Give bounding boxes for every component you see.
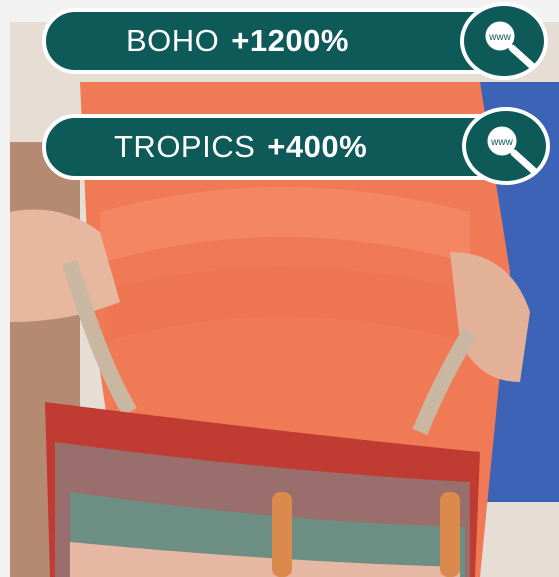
- web-search-icon: www: [462, 107, 550, 185]
- trend-pill-boho: BOHO +1200%: [42, 8, 518, 74]
- trend-label: TROPICS: [114, 129, 256, 164]
- trend-label: BOHO: [126, 23, 220, 58]
- web-search-icon: www: [460, 2, 548, 80]
- www-text: www: [488, 32, 511, 43]
- www-text: www: [490, 137, 513, 148]
- woven-bag-photo: [10, 22, 559, 577]
- trend-value: +400%: [267, 129, 368, 164]
- product-photo: [10, 22, 559, 577]
- trend-value: +1200%: [231, 23, 349, 58]
- trend-pill-tropics: TROPICS +400%: [42, 114, 518, 180]
